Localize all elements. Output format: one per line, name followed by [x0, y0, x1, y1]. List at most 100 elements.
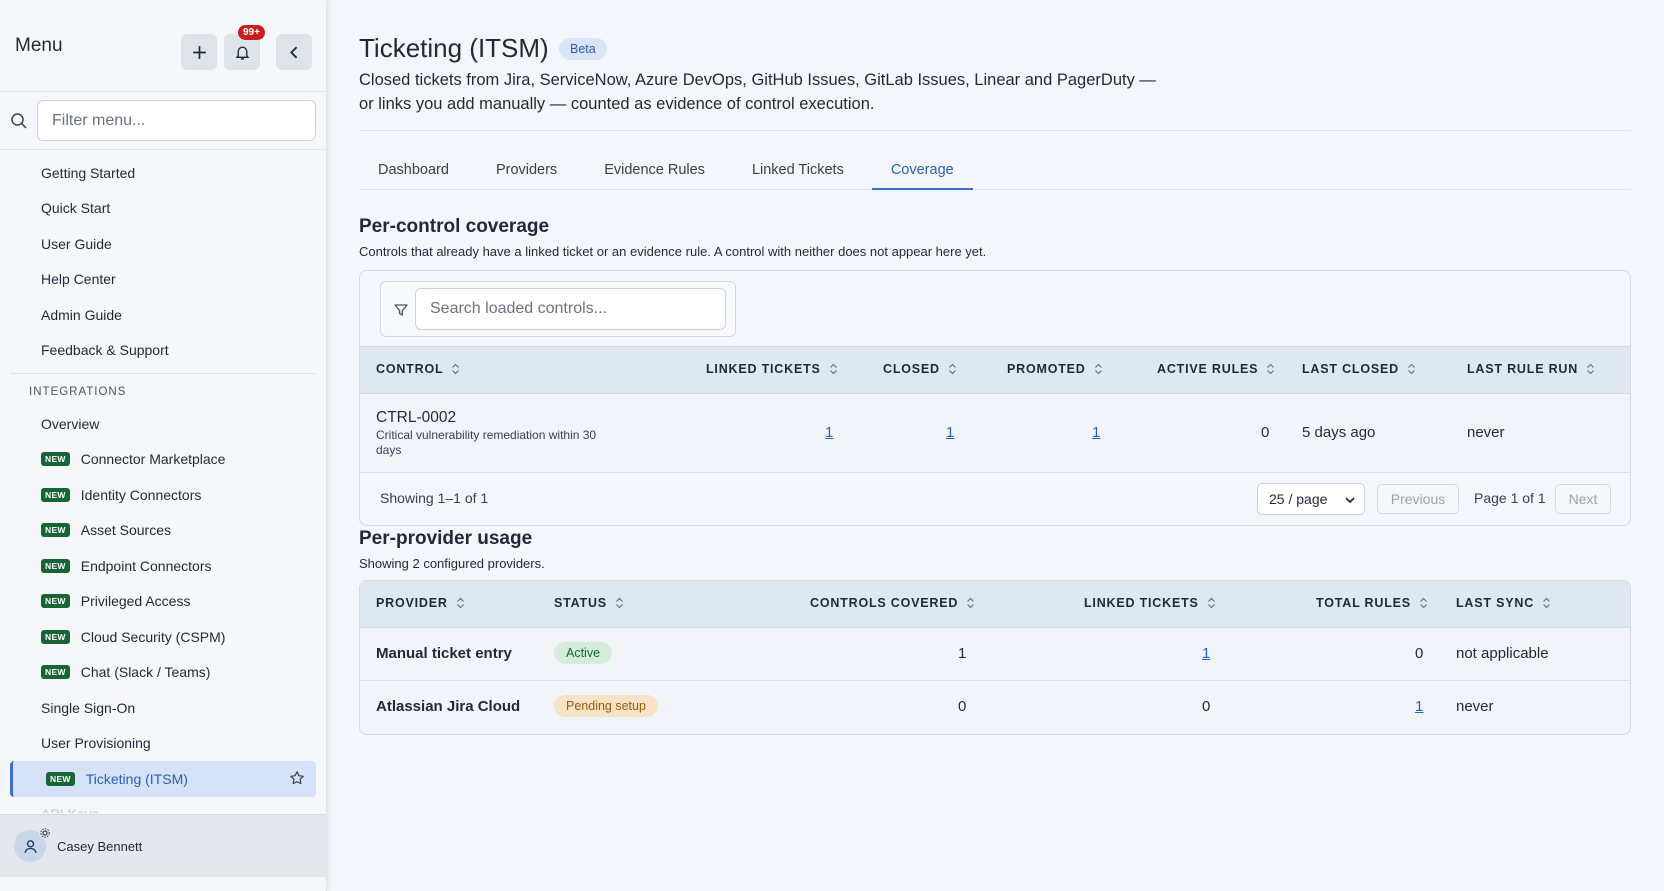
- notifications-button[interactable]: 99+: [224, 25, 265, 70]
- closed-link[interactable]: 1: [946, 424, 954, 441]
- column-header[interactable]: CONTROL: [376, 362, 460, 376]
- sidebar-item-connector-marketplace[interactable]: NEW Connector Marketplace: [0, 442, 326, 478]
- tab-bar: Dashboard Providers Evidence Rules Linke…: [359, 150, 1631, 190]
- column-header[interactable]: LINKED TICKETS: [706, 362, 838, 376]
- sidebar-item-label: Ticketing (ITSM): [85, 770, 188, 787]
- sidebar-item-api-keys[interactable]: API Keys: [0, 797, 326, 813]
- table-row[interactable]: Atlassian Jira Cloud Pending setup 0 0 1…: [360, 681, 1630, 734]
- sidebar-item-single-sign-on[interactable]: Single Sign-On: [0, 690, 326, 726]
- column-header[interactable]: TOTAL RULES: [1316, 596, 1428, 610]
- table-row[interactable]: CTRL-0002 Critical vulnerability remedia…: [360, 394, 1630, 473]
- tab-dashboard[interactable]: Dashboard: [359, 150, 468, 190]
- sidebar-item-cloud-security[interactable]: NEW Cloud Security (CSPM): [0, 619, 326, 655]
- last-sync-value: never: [1456, 698, 1494, 715]
- usage-subtitle: Showing 2 configured providers.: [359, 556, 545, 571]
- controls-covered-value: 0: [958, 698, 967, 715]
- sort-icon: [1408, 363, 1415, 375]
- chevron-down-icon: [1345, 497, 1355, 504]
- tab-providers[interactable]: Providers: [477, 150, 576, 190]
- tab-evidence-rules[interactable]: Evidence Rules: [585, 150, 724, 190]
- filter-icon[interactable]: [393, 302, 409, 318]
- sidebar-item-admin-guide[interactable]: Admin Guide: [0, 297, 326, 333]
- filter-menu-input[interactable]: [37, 100, 316, 141]
- sort-icon: [967, 597, 975, 609]
- coverage-card: CONTROL LINKED TICKETS CLOSED PROMOTED A…: [359, 270, 1631, 526]
- sidebar-item-label: Endpoint Connectors: [80, 557, 212, 574]
- sidebar-item-feedback-support[interactable]: Feedback & Support: [0, 333, 326, 369]
- coverage-subtitle: Controls that already have a linked tick…: [359, 244, 987, 259]
- sidebar-item-endpoint-connectors[interactable]: NEW Endpoint Connectors: [0, 548, 326, 584]
- promoted-link[interactable]: 1: [1092, 424, 1100, 441]
- coverage-title: Per-control coverage: [359, 216, 550, 237]
- sidebar-divider: [10, 373, 316, 374]
- sidebar-list: Getting Started Quick Start User Guide H…: [0, 155, 326, 813]
- column-header[interactable]: PROMOTED: [1007, 362, 1103, 376]
- sort-icon: [948, 363, 956, 375]
- column-header[interactable]: LAST RULE RUN: [1467, 362, 1595, 376]
- new-tag: NEW: [41, 523, 70, 538]
- sidebar-item-chat[interactable]: NEW Chat (Slack / Teams): [0, 655, 326, 691]
- tab-linked-tickets[interactable]: Linked Tickets: [733, 150, 863, 190]
- last-sync-value: not applicable: [1456, 645, 1549, 662]
- next-button[interactable]: Next: [1555, 484, 1611, 514]
- column-header[interactable]: LINKED TICKETS: [1084, 596, 1216, 610]
- total-rules-link[interactable]: 1: [1415, 698, 1423, 715]
- search-controls-input[interactable]: [415, 288, 726, 330]
- user-name: Casey Bennett: [57, 838, 143, 854]
- new-tag: NEW: [41, 558, 70, 573]
- sidebar-item-user-guide[interactable]: User Guide: [0, 226, 326, 262]
- column-header[interactable]: LAST CLOSED: [1302, 362, 1416, 376]
- showing-count: Showing 1–1 of 1: [380, 490, 489, 506]
- linked-tickets-link[interactable]: 1: [1202, 645, 1210, 662]
- new-tag: NEW: [41, 629, 70, 644]
- gear-icon: [39, 827, 51, 839]
- star-icon[interactable]: [289, 770, 305, 786]
- active-rules-value: 0: [1261, 424, 1270, 441]
- previous-button[interactable]: Previous: [1377, 484, 1459, 514]
- new-tag: NEW: [41, 487, 70, 502]
- table-row[interactable]: Manual ticket entry Active 1 1 0 not app…: [360, 628, 1630, 681]
- coverage-table-header: CONTROL LINKED TICKETS CLOSED PROMOTED A…: [360, 346, 1630, 394]
- sort-icon: [1419, 597, 1427, 609]
- column-header[interactable]: CONTROLS COVERED: [810, 596, 975, 610]
- sidebar-item-overview[interactable]: Overview: [0, 406, 326, 442]
- per-page-select[interactable]: 25 / page: [1257, 483, 1365, 515]
- chevron-left-icon: [289, 46, 297, 58]
- control-description: Critical vulnerability remediation withi…: [376, 428, 597, 457]
- sidebar-title: Menu: [15, 34, 63, 56]
- column-header[interactable]: ACTIVE RULES: [1157, 362, 1275, 376]
- total-rules-value: 0: [1415, 645, 1424, 662]
- sort-icon: [1267, 363, 1275, 375]
- notification-badge: 99+: [238, 25, 265, 40]
- sidebar-section-integrations: INTEGRATIONS: [29, 386, 127, 398]
- controls-covered-value: 1: [958, 645, 967, 662]
- search-icon: [11, 112, 27, 129]
- pagination: Showing 1–1 of 1 25 / page Previous Page…: [360, 473, 1630, 525]
- linked-tickets-link[interactable]: 1: [825, 424, 833, 441]
- column-header[interactable]: STATUS: [554, 596, 624, 610]
- page-title: Ticketing (ITSM): [359, 33, 549, 63]
- tab-coverage[interactable]: Coverage: [871, 150, 973, 190]
- column-header[interactable]: PROVIDER: [376, 596, 465, 610]
- add-button[interactable]: [181, 34, 217, 70]
- avatar[interactable]: [14, 827, 51, 862]
- sidebar-item-label: Identity Connectors: [80, 486, 202, 503]
- plus-icon: [192, 45, 206, 59]
- sidebar-item-quick-start[interactable]: Quick Start: [0, 191, 326, 227]
- sidebar-item-ticketing[interactable]: NEW Ticketing (ITSM): [10, 761, 316, 797]
- provider-name: Manual ticket entry: [376, 645, 512, 662]
- sidebar-item-help-center[interactable]: Help Center: [0, 262, 326, 298]
- sidebar-item-getting-started[interactable]: Getting Started: [0, 155, 326, 191]
- sidebar-item-asset-sources[interactable]: NEW Asset Sources: [0, 513, 326, 549]
- sidebar-item-identity-connectors[interactable]: NEW Identity Connectors: [0, 477, 326, 513]
- new-tag: NEW: [41, 594, 70, 609]
- user-footer[interactable]: Casey Bennett: [0, 814, 326, 877]
- column-header[interactable]: LAST SYNC: [1456, 596, 1551, 610]
- collapse-sidebar-button[interactable]: [276, 34, 312, 70]
- sidebar-item-user-provisioning[interactable]: User Provisioning: [0, 726, 326, 762]
- usage-table-header: PROVIDER STATUS CONTROLS COVERED LINKED …: [360, 581, 1630, 628]
- divider: [359, 130, 1631, 131]
- sidebar-item-privileged-access[interactable]: NEW Privileged Access: [0, 584, 326, 620]
- status-badge: Active: [554, 642, 613, 664]
- column-header[interactable]: CLOSED: [883, 362, 957, 376]
